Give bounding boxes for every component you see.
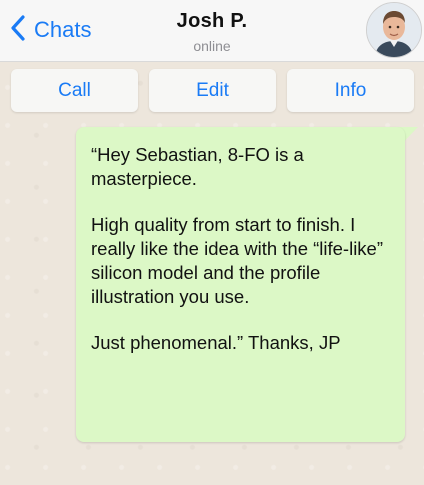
info-button[interactable]: Info [287, 69, 414, 112]
contact-name: Josh P. [176, 10, 248, 32]
contact-title: Josh P. online [0, 10, 424, 54]
call-button[interactable]: Call [11, 69, 138, 112]
message-paragraph: “Hey Sebastian, 8-FO is a masterpiece. [91, 144, 304, 189]
action-bar: Call Edit Info [0, 69, 424, 113]
message-paragraph: Just phenomenal.” Thanks, JP [91, 332, 341, 353]
message-text: “Hey Sebastian, 8-FO is a masterpiece. H… [91, 143, 391, 355]
message-paragraph: High quality from start to finish. I rea… [91, 214, 384, 307]
edit-button[interactable]: Edit [149, 69, 276, 112]
contact-status: online [193, 38, 231, 54]
avatar[interactable] [366, 2, 422, 58]
chat-header: Chats Josh P. online [0, 0, 424, 62]
message-bubble: “Hey Sebastian, 8-FO is a masterpiece. H… [76, 127, 405, 442]
